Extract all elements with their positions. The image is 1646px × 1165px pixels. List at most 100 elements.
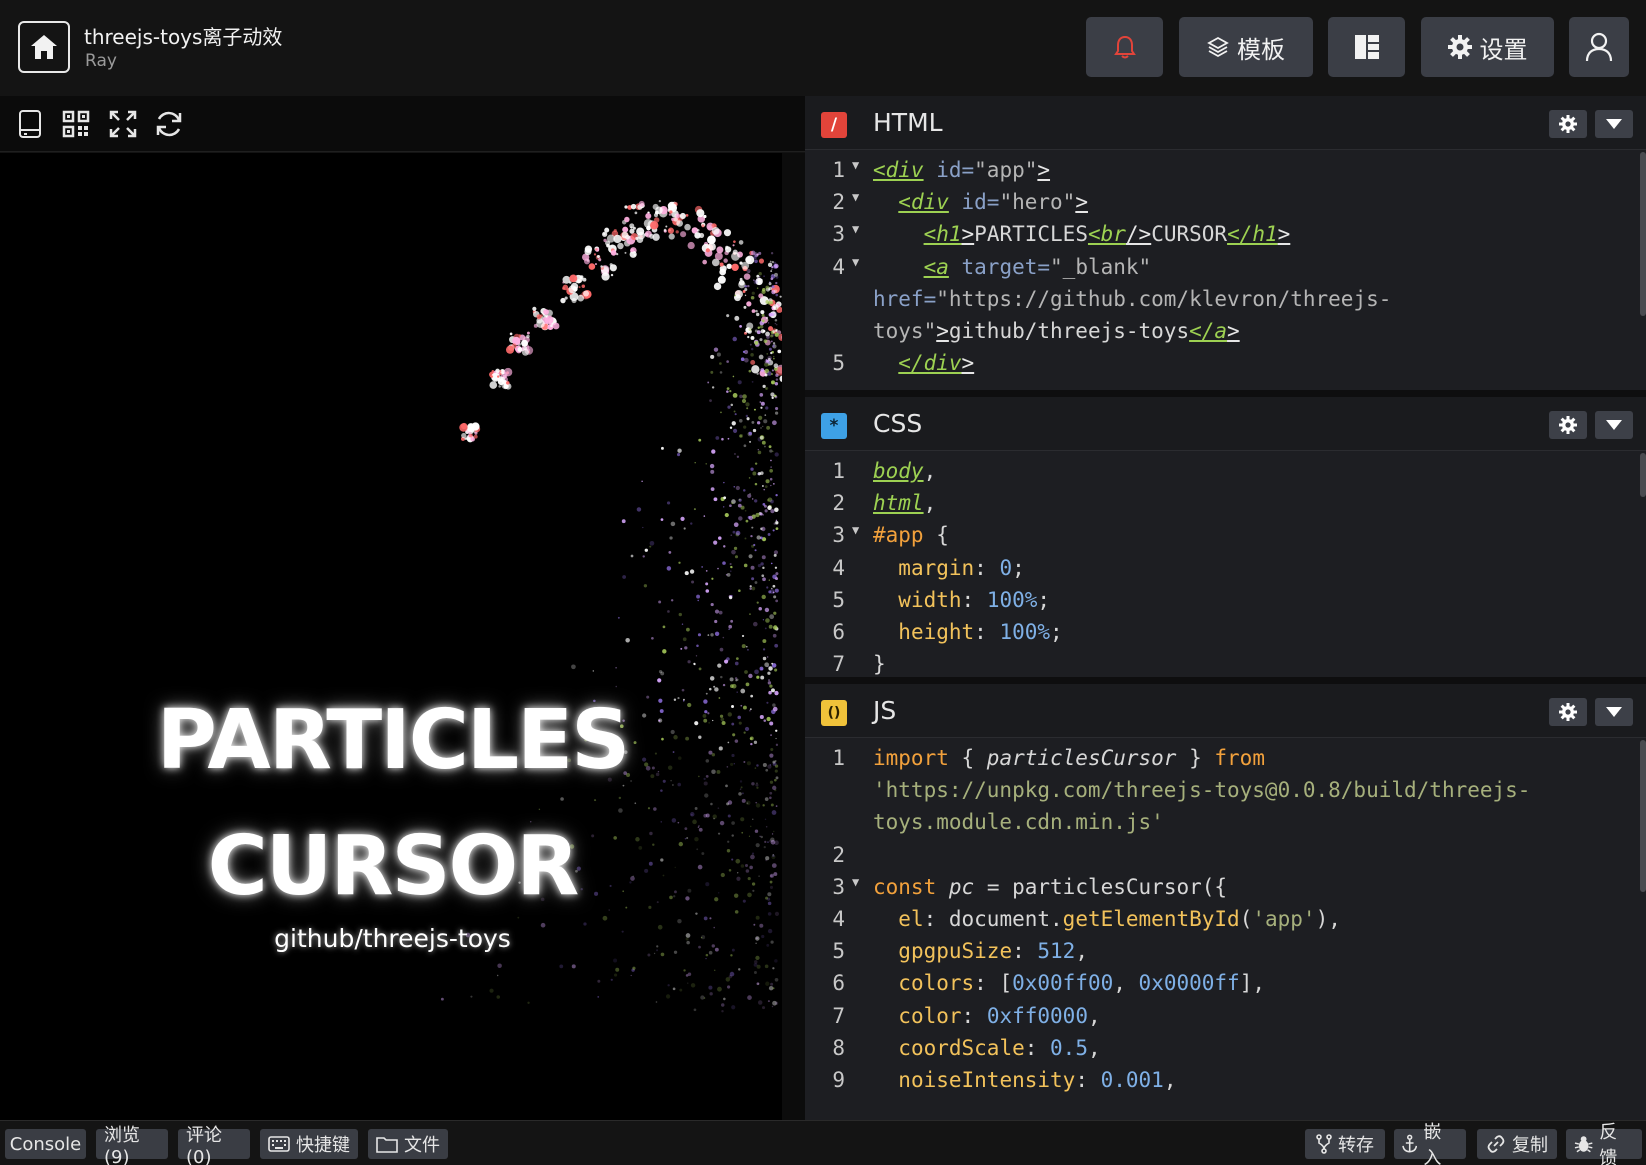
particle [774,668,778,672]
particle [489,988,494,993]
css-scrollbar[interactable] [1640,453,1646,497]
fold-toggle-icon[interactable]: ▼ [852,158,859,172]
particle [496,995,501,999]
particle [773,357,775,360]
code-line[interactable]: 1 ▼ <div id="app"> [805,158,1640,192]
particle [758,415,763,420]
preview-canvas[interactable]: PARTICLES CURSOR github/threejs-toys [0,153,782,1120]
html-settings-button[interactable] [1549,110,1587,138]
panel-resizer[interactable] [805,390,1646,397]
particle [733,546,738,551]
line-number: 5 [832,939,845,964]
particle [687,241,695,250]
html-collapse-button[interactable] [1595,110,1633,138]
js-scrollbar[interactable] [1640,740,1646,892]
fold-toggle-icon[interactable]: ▼ [852,523,859,537]
code-line[interactable]: 8 coordScale: 0.5, [805,1036,1640,1070]
qrcode-button[interactable] [60,108,92,140]
home-button[interactable] [18,21,70,73]
particle [767,671,771,675]
code-token: PARTICLES [974,222,1088,247]
code-line[interactable]: 2 ▼ <div id="hero"> [805,190,1640,224]
code-line[interactable]: 6 colors: [0x00ff00, 0x0000ff], [805,971,1640,1005]
embed-button[interactable]: 嵌入 [1394,1122,1466,1165]
particle [714,252,723,261]
fold-toggle-icon[interactable]: ▼ [852,255,859,269]
code-token: , [1087,1003,1101,1028]
js-collapse-button[interactable] [1595,698,1633,726]
fold-toggle-icon[interactable]: ▼ [852,222,859,236]
css-settings-button[interactable] [1549,411,1587,439]
particle [768,445,772,449]
hero-github-link[interactable]: github/threejs-toys [0,924,782,953]
device-button[interactable] [14,108,46,140]
fork-button[interactable]: 转存 [1305,1129,1385,1159]
code-line[interactable]: 7 color: 0xff0000, [805,1004,1640,1038]
feedback-button[interactable]: 反馈 [1566,1122,1642,1165]
code-line[interactable]: 4 el: document.getElementById('app'), [805,907,1640,941]
particle [725,573,728,576]
code-line[interactable]: 3 ▼ #app { [805,523,1640,557]
particle [730,570,732,572]
fold-toggle-icon[interactable]: ▼ [852,875,859,889]
console-button[interactable]: Console [5,1129,86,1159]
particle [684,646,688,650]
comments-button[interactable]: 评论(0) [178,1125,250,1165]
particle [577,279,581,284]
code-line[interactable]: 5 </div> [805,351,1640,385]
particle [770,982,774,986]
code-line[interactable]: 7} [805,652,1640,677]
code-line[interactable]: 5 gpgpuSize: 512, [805,939,1640,973]
css-collapse-button[interactable] [1595,411,1633,439]
code-line[interactable]: 1 import { particlesCursor } from [805,746,1640,780]
template-button[interactable]: 模板 [1179,17,1313,77]
code-line[interactable]: 'https://unpkg.com/threejs-toys@0.0.8/bu… [805,778,1640,812]
code-line[interactable]: href="https://github.com/klevron/threejs… [805,287,1640,321]
code-line[interactable]: 2 [805,843,1640,877]
particle [615,666,617,669]
html-scrollbar[interactable] [1640,152,1646,316]
code-line[interactable]: 5 width: 100%; [805,588,1640,622]
particle [700,995,705,1000]
particle [594,263,598,266]
shortcuts-button[interactable]: 快捷键 [260,1129,358,1159]
comments-label: 评论(0) [186,1124,222,1165]
code-line[interactable]: 2 html, [805,491,1640,525]
project-author[interactable]: Ray [85,51,117,71]
code-line[interactable]: 3 ▼ <h1>PARTICLES<br/>CURSOR</h1> [805,222,1640,256]
particle [746,268,751,274]
particle [713,969,716,972]
code-token: : document. [923,907,1063,931]
settings-button[interactable]: 设置 [1421,17,1554,77]
code-line[interactable]: toys.module.cdn.min.js' [805,810,1640,844]
code-line[interactable]: 3 ▼ const pc = particlesCursor({ [805,875,1640,909]
particle [707,634,710,636]
files-button[interactable]: 文件 [368,1129,448,1159]
particle [760,329,765,334]
code-line[interactable]: 4 margin: 0; [805,556,1640,590]
code-line[interactable]: 9 noiseIntensity: 0.001, [805,1068,1640,1102]
particle [766,656,769,658]
particle [670,599,674,602]
layout-button[interactable] [1328,17,1405,77]
code-line[interactable]: 4 ▼ <a target="_blank" [805,255,1640,289]
notification-button[interactable] [1086,17,1163,77]
code-line[interactable]: 6 height: 100%; [805,620,1640,654]
panel-resizer[interactable] [805,677,1646,684]
particle [677,448,682,453]
views-label: 浏览(9) [104,1124,140,1165]
code-line[interactable]: toys">github/threejs-toys</a> [805,319,1640,353]
particle [662,625,666,629]
refresh-button[interactable] [153,108,185,140]
particle [747,649,749,651]
views-button[interactable]: 浏览(9) [96,1125,168,1165]
code-line[interactable]: 1 body, [805,459,1640,493]
particle [710,602,714,607]
copy-button[interactable]: 复制 [1477,1129,1557,1159]
user-button[interactable] [1569,17,1629,77]
fullscreen-button[interactable] [107,108,139,140]
code-token: const [873,874,937,899]
particle [642,555,645,558]
js-settings-button[interactable] [1549,698,1587,726]
fold-toggle-icon[interactable]: ▼ [852,190,859,204]
